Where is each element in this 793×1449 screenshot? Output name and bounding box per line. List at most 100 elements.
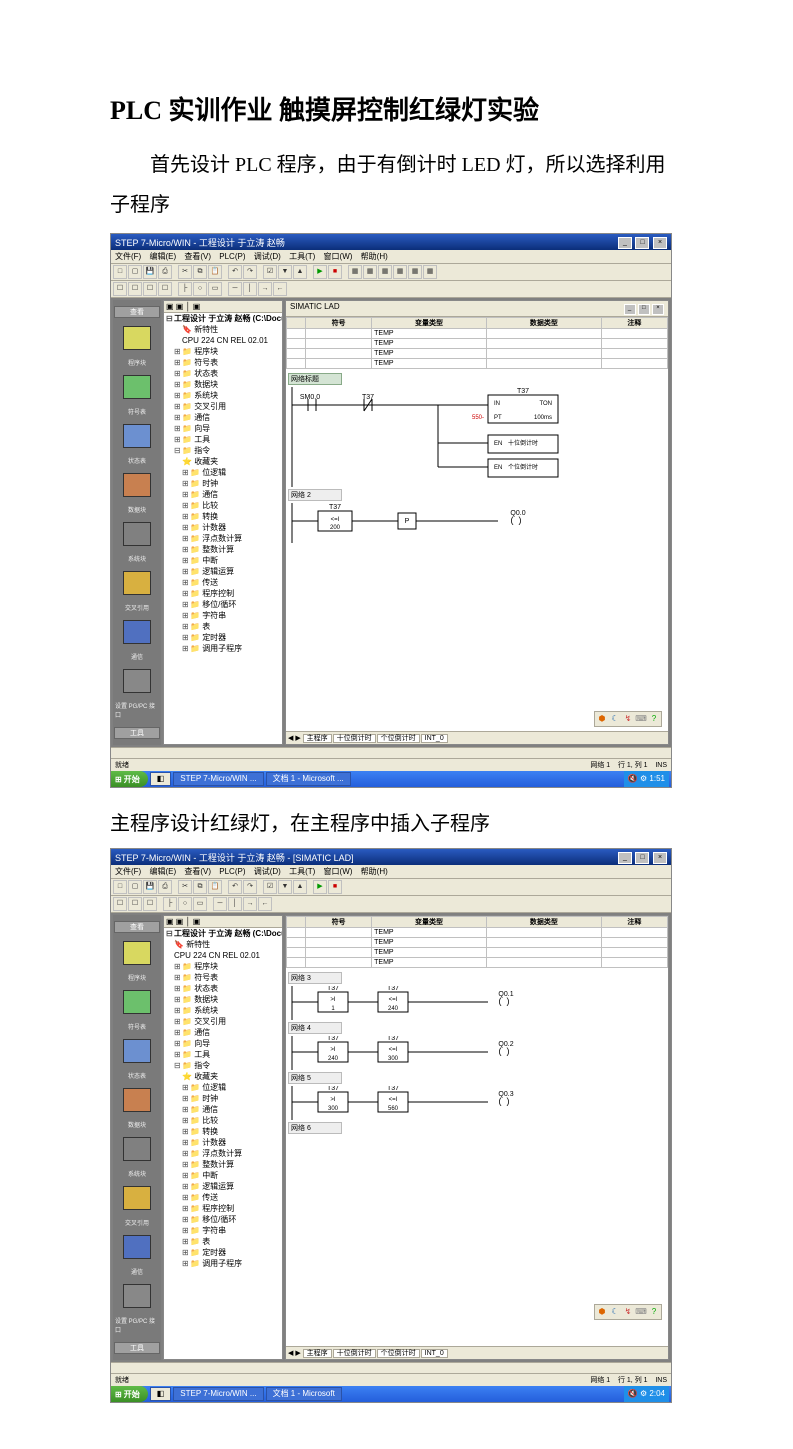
tool-print-icon[interactable]: ⎙	[158, 265, 172, 279]
tree-item[interactable]: ⊞📁 状态表	[164, 368, 282, 379]
child-max-icon[interactable]: □	[638, 304, 650, 315]
tree-root[interactable]: ⊟工程设计 于立涛 赵畅 (C:\Docum	[164, 928, 282, 939]
tree-item[interactable]: ⊞📁 浮点数计算	[164, 533, 282, 544]
tree-cpu[interactable]: CPU 224 CN REL 02.01	[164, 335, 282, 346]
tool-paste-icon[interactable]: 📋	[208, 880, 222, 894]
tree-item[interactable]: ⊞📁 时钟	[164, 1093, 282, 1104]
tool-upload-icon[interactable]: ▲	[293, 880, 307, 894]
tree-item[interactable]: ⊟📁 指令	[164, 445, 282, 456]
nav-pgpc-icon[interactable]	[123, 1284, 151, 1308]
tree-item[interactable]: ⊞📁 浮点数计算	[164, 1148, 282, 1159]
tab-sub2[interactable]: 个位倒计时	[377, 1349, 420, 1358]
tree-item[interactable]: ⊞📁 字符串	[164, 1225, 282, 1236]
tree-item[interactable]: ⊞📁 通信	[164, 412, 282, 423]
tool-arrow-icon[interactable]: ←	[273, 282, 287, 296]
tool-line-icon[interactable]: ─	[228, 282, 242, 296]
tree-item[interactable]: ⊞📁 通信	[164, 1104, 282, 1115]
menu-edit[interactable]: 编辑(E)	[149, 867, 176, 876]
nav-status-table-icon[interactable]	[123, 1039, 151, 1063]
menu-debug[interactable]: 调试(D)	[254, 867, 281, 876]
tree-item[interactable]: ⊞📁 状态表	[164, 983, 282, 994]
tree-new-feature[interactable]: 🔖 新特性	[164, 324, 282, 335]
tree-item[interactable]: ⊞📁 比较	[164, 500, 282, 511]
nav-xref-icon[interactable]	[123, 1186, 151, 1210]
tree-item[interactable]: ⊞📁 程序控制	[164, 588, 282, 599]
tool-misc-icon[interactable]: ▦	[423, 265, 437, 279]
tab-sub1[interactable]: 十位倒计时	[333, 1349, 376, 1358]
minimize-button[interactable]: _	[618, 237, 632, 249]
tree-new-feature[interactable]: 🔖 新特性	[164, 939, 282, 950]
tool-copy-icon[interactable]: ⧉	[193, 265, 207, 279]
start-button[interactable]: ⊞ 开始	[111, 771, 148, 787]
tool-misc-icon[interactable]: ☐	[143, 897, 157, 911]
tree-item[interactable]: ⊞📁 定时器	[164, 1247, 282, 1258]
tool-run-icon[interactable]: ▶	[313, 880, 327, 894]
maximize-button[interactable]: □	[635, 237, 649, 249]
project-tree[interactable]: ▣ ▣ │ ▣ ⊟工程设计 于立涛 赵畅 (C:\Docum 🔖 新特性 CPU…	[163, 915, 283, 1360]
tree-item[interactable]: ⊞📁 程序控制	[164, 1203, 282, 1214]
nav-symbol-table-icon[interactable]	[123, 375, 151, 399]
start-button[interactable]: ⊞ 开始	[111, 1386, 148, 1402]
taskbar-item[interactable]: STEP 7-Micro/WIN ...	[173, 772, 263, 786]
tool-arrow-icon[interactable]: ←	[258, 897, 272, 911]
tab-int0[interactable]: INT_0	[421, 734, 448, 743]
ladder-networks[interactable]: 网络 3 T37 >I 1 T37 <=I 240 Q	[286, 968, 668, 1346]
menu-file[interactable]: 文件(F)	[115, 252, 141, 261]
tool-line-icon[interactable]: │	[243, 282, 257, 296]
tree-item[interactable]: ⊞📁 符号表	[164, 972, 282, 983]
tree-item[interactable]: ⊟📁 指令	[164, 1060, 282, 1071]
tree-item[interactable]: ⊞📁 时钟	[164, 478, 282, 489]
menu-help[interactable]: 帮助(H)	[361, 252, 388, 261]
tree-cpu[interactable]: CPU 224 CN REL 02.01	[164, 950, 282, 961]
tool-undo-icon[interactable]: ↶	[228, 265, 242, 279]
tree-item[interactable]: ⊞📁 工具	[164, 1049, 282, 1060]
tool-misc-icon[interactable]: ☐	[128, 282, 142, 296]
tree-item[interactable]: ⭐ 收藏夹	[164, 1071, 282, 1082]
tree-root[interactable]: ⊟工程设计 于立涛 赵畅 (C:\Docum	[164, 313, 282, 324]
tool-line-icon[interactable]: ─	[213, 897, 227, 911]
nav-pgpc-icon[interactable]	[123, 669, 151, 693]
tool-contact-icon[interactable]: ├	[163, 897, 177, 911]
close-button[interactable]: ×	[653, 852, 667, 864]
nav-system-block-icon[interactable]	[123, 1137, 151, 1161]
tree-item[interactable]: ⊞📁 位逻辑	[164, 467, 282, 478]
tool-run-icon[interactable]: ▶	[313, 265, 327, 279]
tree-item[interactable]: ⊞📁 通信	[164, 1027, 282, 1038]
tab-main[interactable]: 主程序	[303, 734, 332, 743]
menu-plc[interactable]: PLC(P)	[219, 252, 245, 261]
pal-icon[interactable]: ↯	[622, 1306, 634, 1318]
tool-box-icon[interactable]: ▭	[208, 282, 222, 296]
tree-item[interactable]: ⊞📁 系统块	[164, 390, 282, 401]
tree-item[interactable]: ⊞📁 程序块	[164, 346, 282, 357]
tree-item[interactable]: ⊞📁 中断	[164, 555, 282, 566]
tool-cut-icon[interactable]: ✂	[178, 265, 192, 279]
tool-coil-icon[interactable]: ○	[178, 897, 192, 911]
child-close-icon[interactable]: ×	[652, 304, 664, 315]
nav-program-block-icon[interactable]	[123, 326, 151, 350]
menu-window[interactable]: 窗口(W)	[324, 867, 353, 876]
variable-table[interactable]: 符号 变量类型 数据类型 注释 TEMP TEMP TEMP TEMP	[286, 317, 668, 369]
tree-item[interactable]: ⊞📁 程序块	[164, 961, 282, 972]
nav-comm-icon[interactable]	[123, 1235, 151, 1259]
pal-icon[interactable]: ↯	[622, 713, 634, 725]
tool-redo-icon[interactable]: ↷	[243, 880, 257, 894]
tree-item[interactable]: ⊞📁 比较	[164, 1115, 282, 1126]
tree-item[interactable]: ⊞📁 交叉引用	[164, 401, 282, 412]
tree-item[interactable]: ⊞📁 通信	[164, 489, 282, 500]
tree-item[interactable]: ⊞📁 数据块	[164, 994, 282, 1005]
pal-icon[interactable]: ☾	[609, 713, 621, 725]
tool-misc-icon[interactable]: ▦	[408, 265, 422, 279]
tree-item[interactable]: ⊞📁 移位/循环	[164, 599, 282, 610]
menu-help[interactable]: 帮助(H)	[361, 867, 388, 876]
tree-item[interactable]: ⊞📁 计数器	[164, 522, 282, 533]
tree-item[interactable]: ⊞📁 调用子程序	[164, 1258, 282, 1269]
tool-misc-icon[interactable]: ☐	[128, 897, 142, 911]
menu-view[interactable]: 查看(V)	[184, 252, 211, 261]
tool-new-icon[interactable]: □	[113, 265, 127, 279]
tab-sub1[interactable]: 十位倒计时	[333, 734, 376, 743]
tree-item[interactable]: ⊞📁 表	[164, 1236, 282, 1247]
tree-item[interactable]: ⊞📁 逻辑运算	[164, 566, 282, 577]
tab-main[interactable]: 主程序	[303, 1349, 332, 1358]
nav-program-block-icon[interactable]	[123, 941, 151, 965]
tree-item[interactable]: ⊞📁 调用子程序	[164, 643, 282, 654]
